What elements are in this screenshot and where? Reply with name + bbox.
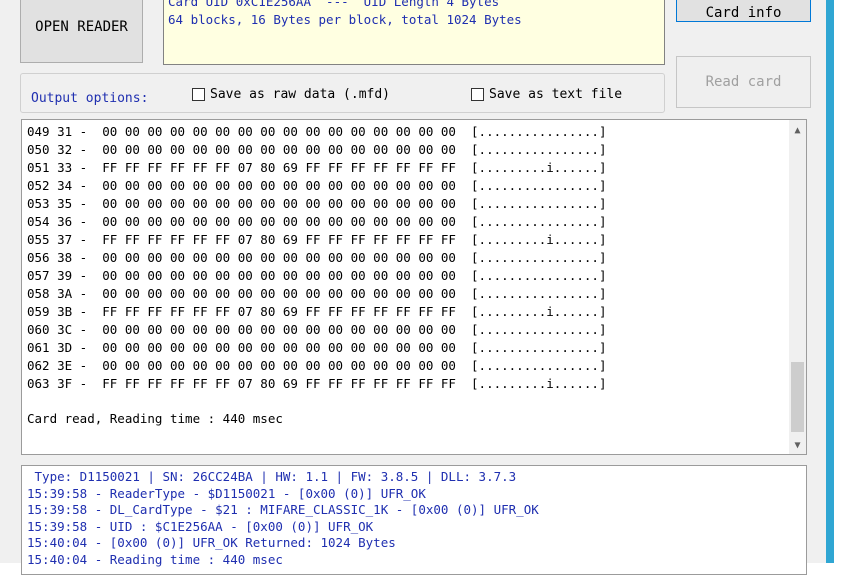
- log-line: Type: D1150021 | SN: 26CC24BA | HW: 1.1 …: [27, 469, 517, 484]
- scrollbar-thumb[interactable]: [791, 362, 804, 432]
- save-raw-checkbox-box[interactable]: [192, 88, 205, 101]
- scroll-up-icon[interactable]: ▲: [789, 122, 806, 139]
- hex-dump-row: 061 3D - 00 00 00 00 00 00 00 00 00 00 0…: [27, 340, 607, 355]
- card-info-button[interactable]: Card info: [676, 0, 811, 22]
- card-uid-line: Card UID 0xC1E256AA --- UID Length 4 Byt…: [168, 0, 500, 9]
- output-options-group: Output options: Save as raw data (.mfd) …: [20, 73, 665, 113]
- hex-dump-row: 056 38 - 00 00 00 00 00 00 00 00 00 00 0…: [27, 250, 607, 265]
- read-status-line: Card read, Reading time : 440 msec: [27, 411, 283, 426]
- log-textarea[interactable]: Type: D1150021 | SN: 26CC24BA | HW: 1.1 …: [21, 465, 807, 575]
- hex-dump-textarea[interactable]: 049 31 - 00 00 00 00 00 00 00 00 00 00 0…: [21, 119, 807, 455]
- hex-dump-row: 053 35 - 00 00 00 00 00 00 00 00 00 00 0…: [27, 196, 607, 211]
- hex-dump-row: 055 37 - FF FF FF FF FF FF 07 80 69 FF F…: [27, 232, 607, 247]
- output-options-label: Output options:: [31, 91, 149, 106]
- window-edge: [834, 0, 846, 563]
- log-line: 15:40:04 - Reading time : 440 msec: [27, 551, 283, 567]
- hex-dump-row: 062 3E - 00 00 00 00 00 00 00 00 00 00 0…: [27, 358, 607, 373]
- hex-dump-row: 050 32 - 00 00 00 00 00 00 00 00 00 00 0…: [27, 142, 607, 157]
- hex-dump-row: 058 3A - 00 00 00 00 00 00 00 00 00 00 0…: [27, 286, 607, 301]
- vertical-scrollbar[interactable]: ▲ ▼: [789, 120, 806, 454]
- read-card-label: Read card: [705, 74, 782, 90]
- card-info-box: Card UID 0xC1E256AA --- UID Length 4 Byt…: [163, 0, 665, 65]
- hex-dump-row: 052 34 - 00 00 00 00 00 00 00 00 00 00 0…: [27, 178, 607, 193]
- log-lines: Type: D1150021 | SN: 26CC24BA | HW: 1.1 …: [27, 469, 539, 568]
- hex-dump-row: 060 3C - 00 00 00 00 00 00 00 00 00 00 0…: [27, 322, 607, 337]
- scroll-down-icon[interactable]: ▼: [789, 437, 806, 454]
- hex-dump-row: 051 33 - FF FF FF FF FF FF 07 80 69 FF F…: [27, 160, 607, 175]
- read-card-button[interactable]: Read card: [676, 56, 811, 108]
- log-line: 15:39:58 - ReaderType - $D1150021 - [0x0…: [27, 485, 426, 501]
- hex-dump-row: 054 36 - 00 00 00 00 00 00 00 00 00 00 0…: [27, 214, 607, 229]
- window-border: [826, 0, 834, 563]
- open-reader-button[interactable]: OPEN READER: [20, 0, 143, 63]
- save-raw-checkbox[interactable]: Save as raw data (.mfd): [192, 87, 390, 102]
- hex-dump-lines: 049 31 - 00 00 00 00 00 00 00 00 00 00 0…: [27, 123, 606, 393]
- save-text-checkbox[interactable]: Save as text file: [471, 87, 622, 102]
- hex-dump-row: 049 31 - 00 00 00 00 00 00 00 00 00 00 0…: [27, 124, 607, 139]
- log-line: 15:39:58 - UID : $C1E256AA - [0x00 (0)] …: [27, 518, 374, 534]
- hex-dump-row: 057 39 - 00 00 00 00 00 00 00 00 00 00 0…: [27, 268, 607, 283]
- save-text-label: Save as text file: [489, 87, 623, 102]
- log-line: 15:40:04 - [0x00 (0)] UFR_OK Returned: 1…: [27, 535, 396, 550]
- save-raw-label: Save as raw data (.mfd): [210, 87, 391, 102]
- main-panel: OPEN READER Card UID 0xC1E256AA --- UID …: [0, 0, 826, 575]
- card-blocks-line: 64 blocks, 16 Bytes per block, total 102…: [168, 12, 522, 27]
- open-reader-label: OPEN READER: [35, 18, 128, 35]
- hex-dump-row: 059 3B - FF FF FF FF FF FF 07 80 69 FF F…: [27, 304, 607, 319]
- card-info-button-label: Card info: [705, 5, 782, 21]
- hex-dump-row: 063 3F - FF FF FF FF FF FF 07 80 69 FF F…: [27, 376, 607, 391]
- log-line: 15:39:58 - DL_CardType - $21 : MIFARE_CL…: [27, 502, 539, 517]
- save-text-checkbox-box[interactable]: [471, 88, 484, 101]
